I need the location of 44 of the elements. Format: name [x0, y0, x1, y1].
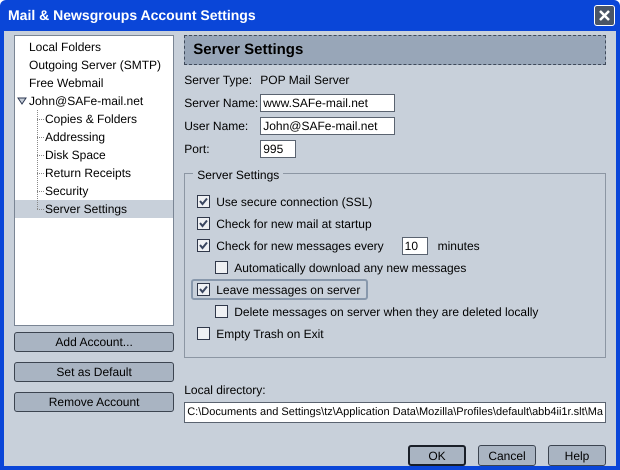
- close-button[interactable]: [594, 5, 615, 26]
- checkmark-icon: [199, 241, 208, 250]
- dialog-button[interactable]: Help: [548, 445, 606, 466]
- tree-item[interactable]: Disk Space: [15, 146, 174, 164]
- dialog-button[interactable]: Cancel: [478, 445, 536, 466]
- input-field[interactable]: www.SAFe-mail.net: [260, 94, 396, 112]
- checkbox-option[interactable]: Automatically download any new messages: [209, 257, 474, 278]
- tree-item[interactable]: Copies & Folders: [15, 110, 174, 128]
- close-icon: [598, 9, 611, 22]
- expand-triangle-icon[interactable]: [17, 97, 27, 105]
- checkbox-option[interactable]: Check for new messages every: [191, 235, 392, 256]
- dialog-button[interactable]: OK: [408, 445, 466, 466]
- checkbox-option[interactable]: Leave messages on server: [191, 279, 368, 300]
- checkmark-icon: [199, 285, 208, 294]
- account-button[interactable]: Add Account...: [14, 332, 174, 352]
- tree-item[interactable]: Security: [15, 182, 174, 200]
- input-field[interactable]: 10: [402, 236, 428, 254]
- field-value: POP Mail Server: [260, 72, 350, 89]
- tree-item[interactable]: Server Settings: [15, 200, 174, 218]
- tree-item[interactable]: John@SAFe-mail.net: [15, 92, 174, 110]
- checkmark-icon: [199, 219, 208, 228]
- input-field[interactable]: John@SAFe-mail.net: [260, 117, 396, 135]
- checkbox-option[interactable]: Empty Trash on Exit: [191, 323, 332, 344]
- tree-item[interactable]: Outgoing Server (SMTP): [15, 56, 174, 74]
- input-field[interactable]: C:\Documents and Settings\tz\Application Data\Mozilla\Profiles\default\abb4ii1r.slt\Ma: [184, 402, 606, 423]
- tree-item[interactable]: Return Receipts: [15, 164, 174, 182]
- window-title: Mail & Newsgroups Account Settings: [8, 6, 256, 25]
- field-label: Server Name:: [184, 95, 260, 112]
- field-label: Local directory:: [184, 382, 266, 399]
- checkbox-option[interactable]: Use secure connection (SSL): [191, 191, 380, 212]
- field-label: Port:: [184, 141, 211, 158]
- checkbox-option[interactable]: Delete messages on server when they are deleted locally: [209, 301, 546, 322]
- tree-item[interactable]: Addressing: [15, 128, 174, 146]
- account-button[interactable]: Remove Account: [14, 392, 174, 412]
- account-button[interactable]: Set as Default: [14, 362, 174, 382]
- tree-item[interactable]: Free Webmail: [15, 74, 174, 92]
- input-field[interactable]: 995: [260, 140, 296, 158]
- tree-item[interactable]: Local Folders: [15, 38, 174, 56]
- checkmark-icon: [199, 197, 208, 206]
- panel-header: Server Settings: [184, 35, 606, 65]
- unit-label: minutes: [438, 238, 480, 254]
- field-label: Server Type:: [184, 72, 254, 89]
- field-label: User Name:: [184, 118, 250, 135]
- checkbox-option[interactable]: Check for new mail at startup: [191, 213, 380, 234]
